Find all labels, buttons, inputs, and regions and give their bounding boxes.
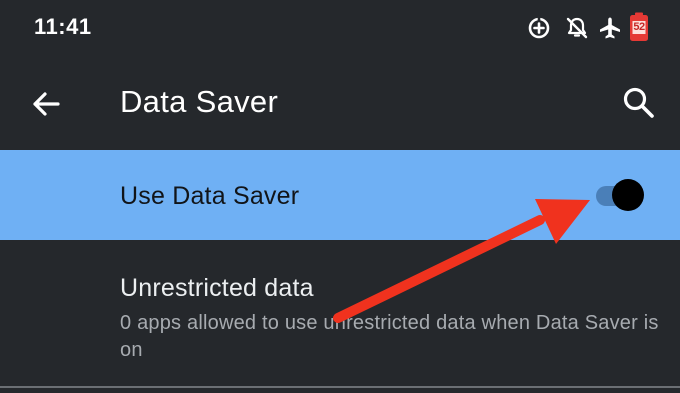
search-icon[interactable] (620, 84, 658, 122)
data-saver-toggle[interactable] (594, 176, 650, 216)
data-saver-icon (528, 16, 550, 39)
arrow-back-icon[interactable] (28, 86, 64, 122)
use-data-saver-row[interactable]: Use Data Saver (0, 150, 680, 240)
unrestricted-data-row[interactable]: Unrestricted data 0 apps allowed to use … (0, 240, 680, 386)
notifications-off-icon (566, 17, 588, 39)
use-data-saver-label: Use Data Saver (120, 182, 300, 210)
page-title: Data Saver (120, 84, 279, 119)
unrestricted-data-title: Unrestricted data (120, 274, 314, 302)
divider (0, 386, 680, 388)
toggle-thumb (612, 179, 644, 211)
airplane-mode-icon (600, 17, 620, 39)
unrestricted-data-summary: 0 apps allowed to use unrestricted data … (120, 312, 659, 361)
status-bar: 11:41 52 (0, 0, 680, 58)
status-time: 11:41 (34, 14, 92, 39)
app-bar: Data Saver (0, 58, 680, 148)
battery-level: 52 (633, 21, 645, 33)
